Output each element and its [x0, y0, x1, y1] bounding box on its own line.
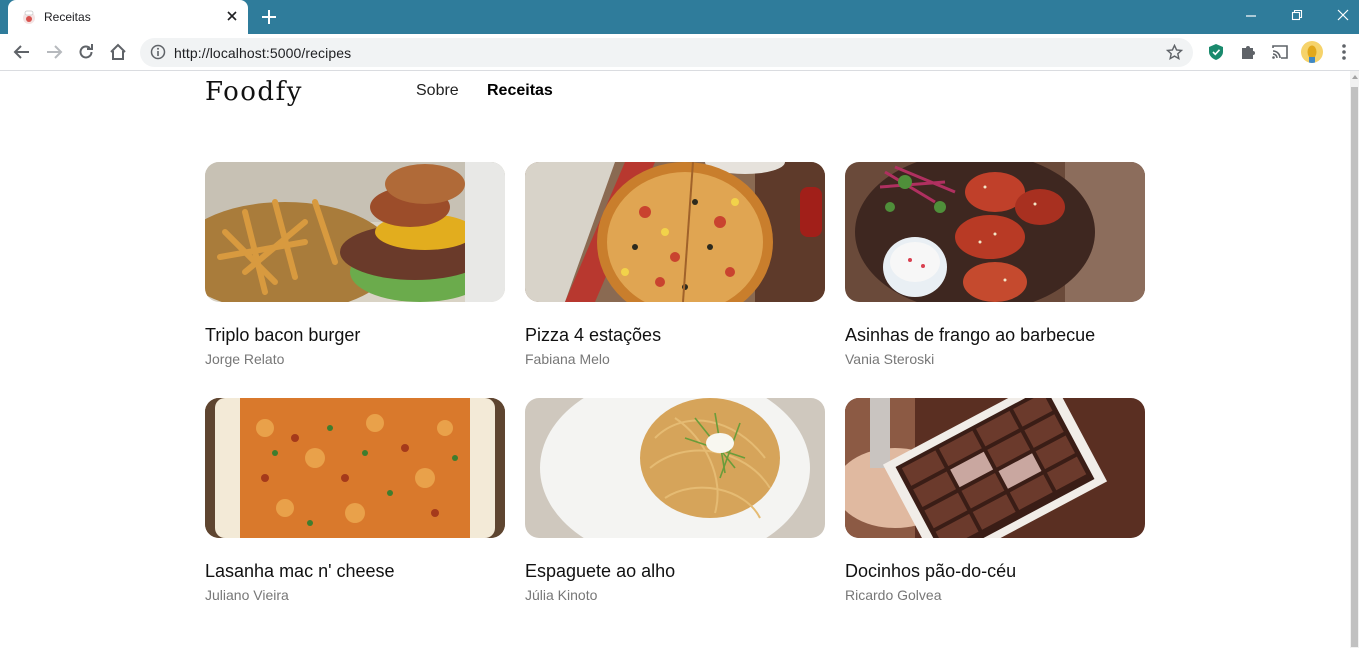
garlic-spaghetti-image [525, 398, 825, 538]
arrow-left-icon [13, 45, 29, 59]
cast-button[interactable] [1270, 42, 1290, 62]
recipe-author: Jorge Relato [205, 351, 285, 367]
recipe-card[interactable]: Pizza 4 estações Fabiana Melo [525, 162, 825, 367]
browser-tab[interactable]: Receitas [8, 0, 248, 34]
recipe-title[interactable]: Pizza 4 estações [525, 325, 825, 346]
nav-link-sobre[interactable]: Sobre [416, 82, 459, 100]
avatar-icon [1307, 45, 1317, 63]
recipe-image-chocolates[interactable] [845, 398, 1145, 538]
minimize-icon [1246, 15, 1256, 17]
chef-favicon-icon [23, 10, 35, 24]
browser-menu-button[interactable] [1334, 42, 1354, 62]
cast-icon [1272, 45, 1288, 59]
recipe-author: Fabiana Melo [525, 351, 610, 367]
recipe-card[interactable]: Triplo bacon burger Jorge Relato [205, 162, 505, 367]
forward-button[interactable] [44, 42, 64, 62]
restore-button[interactable] [1274, 0, 1320, 30]
recipe-card[interactable]: Espaguete ao alho Júlia Kinoto [525, 398, 825, 603]
recipe-author: Ricardo Golvea [845, 587, 942, 603]
recipe-title[interactable]: Asinhas de frango ao barbecue [845, 325, 1145, 346]
address-bar[interactable]: http://localhost:5000/recipes [140, 38, 1193, 67]
address-url[interactable]: http://localhost:5000/recipes [174, 45, 351, 61]
profile-avatar[interactable] [1301, 41, 1323, 63]
minimize-button[interactable] [1228, 0, 1274, 30]
browser-tab-strip: Receitas [0, 0, 1359, 34]
recipe-author: Júlia Kinoto [525, 587, 598, 603]
bookmark-star-icon[interactable] [1166, 44, 1183, 61]
site-logo[interactable]: Foodfy [205, 77, 303, 107]
chocolate-box-image [845, 398, 1145, 538]
nav-link-receitas[interactable]: Receitas [487, 82, 553, 100]
mac-and-cheese-lasagna-image [205, 398, 505, 538]
restore-icon [1291, 9, 1303, 21]
shield-icon [1209, 44, 1223, 60]
burger-with-fries-image [205, 162, 505, 302]
scroll-up-arrow-icon[interactable] [1352, 75, 1358, 79]
recipe-card[interactable]: Asinhas de frango ao barbecue Vania Ster… [845, 162, 1145, 367]
recipe-image-burger[interactable] [205, 162, 505, 302]
back-button[interactable] [12, 42, 32, 62]
extensions-button[interactable] [1238, 42, 1258, 62]
recipe-title[interactable]: Espaguete ao alho [525, 561, 825, 582]
tab-title: Receitas [44, 10, 91, 24]
reload-icon [79, 44, 93, 59]
page-viewport: Foodfy Sobre Receitas Triplo bacon burge… [0, 71, 1350, 648]
reload-button[interactable] [76, 42, 96, 62]
close-window-button[interactable] [1320, 0, 1359, 30]
page-scrollbar[interactable] [1350, 71, 1359, 648]
close-tab-icon[interactable] [224, 8, 240, 24]
recipe-author: Vania Steroski [845, 351, 935, 367]
recipe-image-chicken-wings[interactable] [845, 162, 1145, 302]
recipe-title[interactable]: Lasanha mac n' cheese [205, 561, 505, 582]
recipe-title[interactable]: Triplo bacon burger [205, 325, 505, 346]
recipe-image-pizza[interactable] [525, 162, 825, 302]
recipe-image-spaghetti[interactable] [525, 398, 825, 538]
puzzle-icon [1242, 46, 1255, 59]
home-icon [110, 43, 126, 60]
bbq-chicken-wings-image [845, 162, 1145, 302]
info-icon[interactable] [150, 44, 166, 60]
recipe-title[interactable]: Docinhos pão-do-céu [845, 561, 1145, 582]
recipe-card[interactable]: Lasanha mac n' cheese Juliano Vieira [205, 398, 505, 603]
new-tab-plus-icon[interactable] [260, 8, 278, 26]
more-vertical-icon [1342, 44, 1346, 60]
recipe-card[interactable]: Docinhos pão-do-céu Ricardo Golvea [845, 398, 1145, 603]
scrollbar-thumb[interactable] [1351, 87, 1358, 647]
pizza-image [525, 162, 825, 302]
recipe-image-lasagna[interactable] [205, 398, 505, 538]
close-icon [1337, 9, 1349, 21]
recipe-author: Juliano Vieira [205, 587, 289, 603]
browser-toolbar: http://localhost:5000/recipes [0, 34, 1359, 71]
shield-extension-button[interactable] [1206, 42, 1226, 62]
home-button[interactable] [108, 42, 128, 62]
arrow-right-icon [47, 45, 63, 59]
